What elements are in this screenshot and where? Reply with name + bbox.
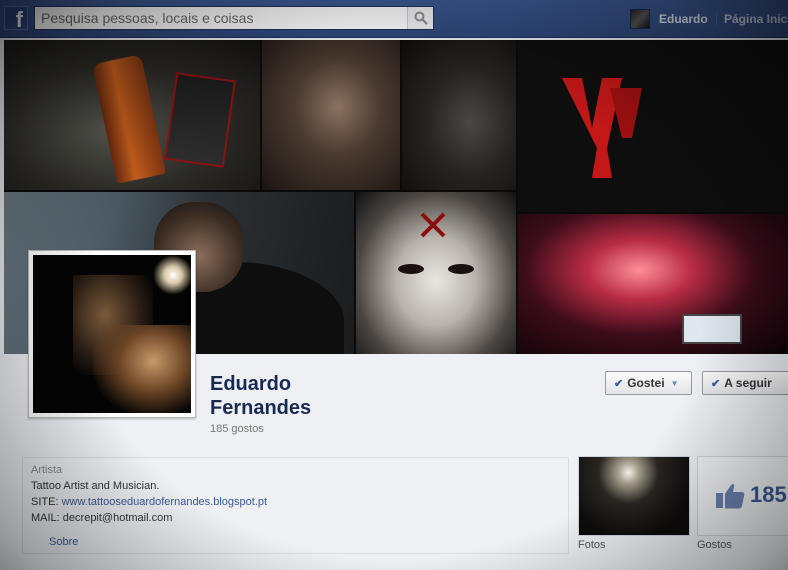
- portrait-eye-left: [398, 264, 424, 274]
- page-header: Eduardo Fernandes 185 gostos: [210, 372, 340, 435]
- top-bar: f Eduardo Página Inicial: [0, 0, 788, 38]
- cover-tile-tattoo-arm: [262, 40, 400, 190]
- facebook-logo-icon[interactable]: f: [4, 6, 28, 30]
- check-icon: ✔: [614, 377, 624, 390]
- profile-picture[interactable]: [28, 250, 196, 418]
- check-icon: ✔: [711, 377, 721, 390]
- blood-cross-icon: [420, 212, 446, 238]
- nav-user-link[interactable]: Eduardo: [630, 8, 708, 30]
- photos-app-label[interactable]: Fotos: [578, 539, 606, 551]
- follow-button[interactable]: ✔ A seguir: [702, 371, 788, 395]
- about-site: SITE: www.tattooseduardofernandes.blogsp…: [31, 496, 267, 508]
- about-link[interactable]: Sobre: [49, 536, 78, 548]
- likes-app-count: 185: [750, 482, 787, 507]
- chevron-down-icon: ▼: [670, 378, 679, 388]
- nav-user-name: Eduardo: [659, 12, 708, 26]
- site-link[interactable]: www.tattooseduardofernandes.blogspot.pt: [62, 496, 267, 508]
- concert-screen: [682, 314, 742, 344]
- profile-picture-image: [33, 255, 191, 413]
- page-title[interactable]: Eduardo Fernandes: [210, 372, 340, 420]
- book-image: [164, 72, 236, 168]
- likes-app-label[interactable]: Gostos: [697, 539, 732, 551]
- like-button[interactable]: ✔ Gostei ▼: [605, 371, 692, 395]
- user-avatar: [630, 9, 650, 29]
- search-input[interactable]: [35, 7, 409, 29]
- like-button-label: Gostei: [627, 376, 665, 390]
- about-description: Tattoo Artist and Musician.: [31, 480, 160, 492]
- search-box: [34, 6, 434, 30]
- client-arm: [93, 325, 191, 413]
- follow-button-label: A seguir: [724, 376, 772, 390]
- thumbs-up-icon: [716, 483, 745, 509]
- cover-tile-bottle: [4, 40, 260, 190]
- cover-tile-concert: [518, 214, 788, 354]
- about-mail: MAIL: decrepit@hotmail.com: [31, 512, 172, 524]
- site-label: SITE:: [31, 496, 59, 508]
- likes-count-text: 185 gostos: [210, 423, 264, 435]
- mail-label: MAIL:: [31, 512, 60, 524]
- cover-tile-face: [402, 40, 516, 190]
- likes-app-box[interactable]: 185: [697, 456, 788, 536]
- photos-app-thumbnail[interactable]: [578, 456, 690, 536]
- lamp-light: [153, 255, 191, 295]
- search-button[interactable]: [407, 7, 433, 29]
- brand-mark-icon: [562, 78, 642, 178]
- portrait-eye-right: [448, 264, 474, 274]
- bottle-image: [91, 54, 167, 184]
- cover-tile-portrait: [356, 192, 516, 354]
- mail-address: decrepit@hotmail.com: [62, 512, 173, 524]
- search-icon: [414, 11, 428, 25]
- page-category: Artista: [31, 464, 63, 476]
- nav-home-link[interactable]: Página Inicial: [716, 12, 788, 26]
- about-panel: Artista Tattoo Artist and Musician. SITE…: [22, 457, 569, 554]
- cover-tile-logo: [518, 40, 788, 212]
